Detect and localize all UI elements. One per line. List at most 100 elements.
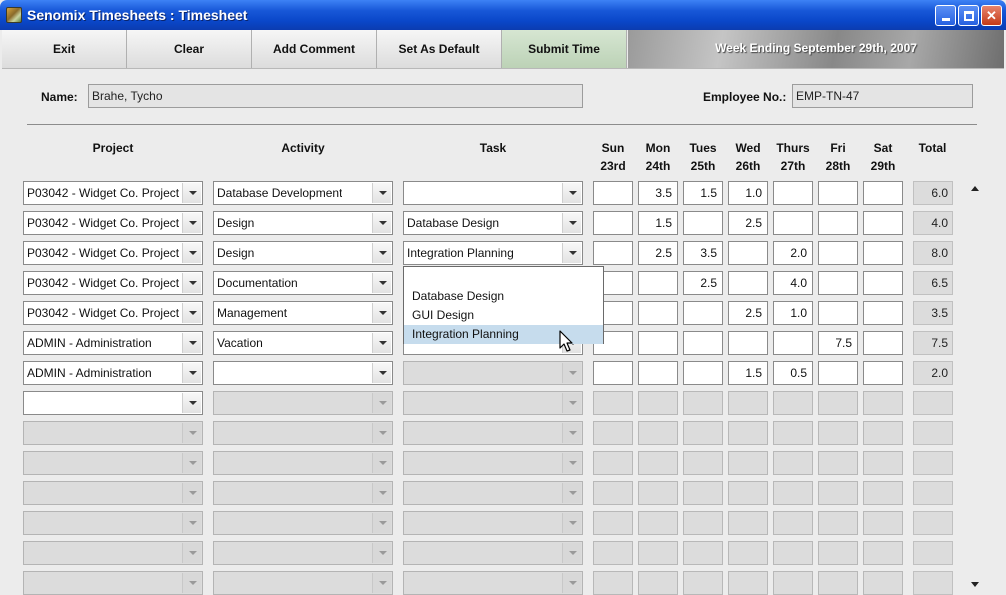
activity-combo[interactable]: Design xyxy=(213,211,393,235)
hours-cell[interactable]: 1.0 xyxy=(773,301,813,325)
hours-cell[interactable] xyxy=(818,241,858,265)
hours-cell[interactable]: 1.0 xyxy=(728,181,768,205)
hours-cell[interactable] xyxy=(818,181,858,205)
project-combo[interactable]: P03042 - Widget Co. Project xyxy=(23,211,203,235)
hours-cell[interactable]: 7.5 xyxy=(818,331,858,355)
chevron-down-icon[interactable] xyxy=(372,183,391,203)
chevron-down-icon[interactable] xyxy=(182,213,201,233)
hours-cell[interactable] xyxy=(683,331,723,355)
hours-cell[interactable] xyxy=(818,361,858,385)
chevron-down-icon[interactable] xyxy=(562,183,581,203)
maximize-button[interactable] xyxy=(958,5,979,26)
hours-cell[interactable] xyxy=(638,361,678,385)
hours-cell[interactable] xyxy=(638,271,678,295)
task-dropdown-option[interactable] xyxy=(404,268,603,287)
activity-combo[interactable]: Management xyxy=(213,301,393,325)
submit-time-button[interactable]: Submit Time xyxy=(502,30,627,68)
chevron-down-icon[interactable] xyxy=(182,303,201,323)
hours-cell[interactable] xyxy=(728,241,768,265)
project-combo[interactable]: P03042 - Widget Co. Project xyxy=(23,271,203,295)
title-bar[interactable]: Senomix Timesheets : Timesheet ✕ xyxy=(0,0,1006,30)
hours-cell[interactable] xyxy=(638,301,678,325)
hours-cell[interactable] xyxy=(593,241,633,265)
column-header-day-5: Fri 28th xyxy=(815,139,861,175)
hours-cell[interactable]: 2.5 xyxy=(728,211,768,235)
hours-cell[interactable] xyxy=(818,211,858,235)
chevron-down-icon[interactable] xyxy=(372,243,391,263)
hours-cell[interactable] xyxy=(863,361,903,385)
set-as-default-button[interactable]: Set As Default xyxy=(377,30,502,68)
activity-combo[interactable] xyxy=(213,361,393,385)
hours-cell[interactable] xyxy=(863,271,903,295)
chevron-down-icon[interactable] xyxy=(372,273,391,293)
hours-cell[interactable] xyxy=(818,271,858,295)
clear-button[interactable]: Clear xyxy=(127,30,252,68)
scroll-down-button[interactable] xyxy=(967,578,983,590)
hours-cell[interactable] xyxy=(863,331,903,355)
hours-cell[interactable]: 3.5 xyxy=(638,181,678,205)
hours-cell[interactable]: 2.5 xyxy=(638,241,678,265)
chevron-down-icon[interactable] xyxy=(562,243,581,263)
add-comment-button[interactable]: Add Comment xyxy=(252,30,377,68)
hours-cell[interactable]: 0.5 xyxy=(773,361,813,385)
activity-combo[interactable]: Documentation xyxy=(213,271,393,295)
chevron-down-icon[interactable] xyxy=(182,333,201,353)
task-combo[interactable] xyxy=(403,181,583,205)
activity-combo[interactable]: Database Development xyxy=(213,181,393,205)
activity-combo[interactable]: Vacation xyxy=(213,331,393,355)
hours-cell[interactable]: 2.0 xyxy=(773,241,813,265)
project-combo[interactable]: P03042 - Widget Co. Project xyxy=(23,181,203,205)
hours-cell[interactable] xyxy=(818,301,858,325)
hours-cell[interactable]: 3.5 xyxy=(683,241,723,265)
project-combo-value: P03042 - Widget Co. Project xyxy=(27,276,180,290)
chevron-down-icon[interactable] xyxy=(562,213,581,233)
project-combo[interactable]: P03042 - Widget Co. Project xyxy=(23,241,203,265)
hours-cell[interactable]: 1.5 xyxy=(638,211,678,235)
hours-cell[interactable] xyxy=(773,181,813,205)
chevron-down-icon[interactable] xyxy=(182,363,201,383)
hours-cell[interactable] xyxy=(683,301,723,325)
hours-cell[interactable] xyxy=(728,331,768,355)
task-dropdown-option[interactable]: GUI Design xyxy=(404,306,603,325)
hours-cell[interactable]: 2.5 xyxy=(683,271,723,295)
chevron-down-icon[interactable] xyxy=(182,243,201,263)
hours-cell[interactable] xyxy=(773,211,813,235)
scroll-up-button[interactable] xyxy=(967,181,983,197)
hours-cell[interactable]: 4.0 xyxy=(773,271,813,295)
chevron-down-icon[interactable] xyxy=(372,363,391,383)
hours-cell[interactable] xyxy=(593,361,633,385)
hours-cell[interactable] xyxy=(683,211,723,235)
exit-button[interactable]: Exit xyxy=(2,30,127,68)
row-total: 2.0 xyxy=(913,361,953,385)
hours-cell[interactable] xyxy=(863,241,903,265)
chevron-down-icon[interactable] xyxy=(182,183,201,203)
hours-cell[interactable] xyxy=(593,181,633,205)
project-combo[interactable]: ADMIN - Administration xyxy=(23,361,203,385)
chevron-down-icon[interactable] xyxy=(182,393,201,413)
hours-cell[interactable] xyxy=(863,181,903,205)
hours-cell[interactable] xyxy=(593,211,633,235)
hours-cell xyxy=(773,391,813,415)
task-combo[interactable]: Database Design xyxy=(403,211,583,235)
chevron-down-icon[interactable] xyxy=(182,273,201,293)
hours-cell[interactable] xyxy=(863,301,903,325)
hours-cell[interactable] xyxy=(683,361,723,385)
hours-cell[interactable]: 1.5 xyxy=(683,181,723,205)
project-combo[interactable] xyxy=(23,391,203,415)
hours-cell[interactable]: 1.5 xyxy=(728,361,768,385)
hours-cell[interactable]: 2.5 xyxy=(728,301,768,325)
hours-cell[interactable] xyxy=(773,331,813,355)
hours-cell[interactable] xyxy=(728,271,768,295)
project-combo[interactable]: ADMIN - Administration xyxy=(23,331,203,355)
hours-cell[interactable] xyxy=(863,211,903,235)
chevron-down-icon[interactable] xyxy=(372,213,391,233)
minimize-button[interactable] xyxy=(935,5,956,26)
activity-combo[interactable]: Design xyxy=(213,241,393,265)
task-dropdown-option[interactable]: Database Design xyxy=(404,287,603,306)
close-button[interactable]: ✕ xyxy=(981,5,1002,26)
chevron-down-icon[interactable] xyxy=(372,303,391,323)
project-combo[interactable]: P03042 - Widget Co. Project xyxy=(23,301,203,325)
hours-cell[interactable] xyxy=(638,331,678,355)
task-combo[interactable]: Integration Planning xyxy=(403,241,583,265)
chevron-down-icon[interactable] xyxy=(372,333,391,353)
